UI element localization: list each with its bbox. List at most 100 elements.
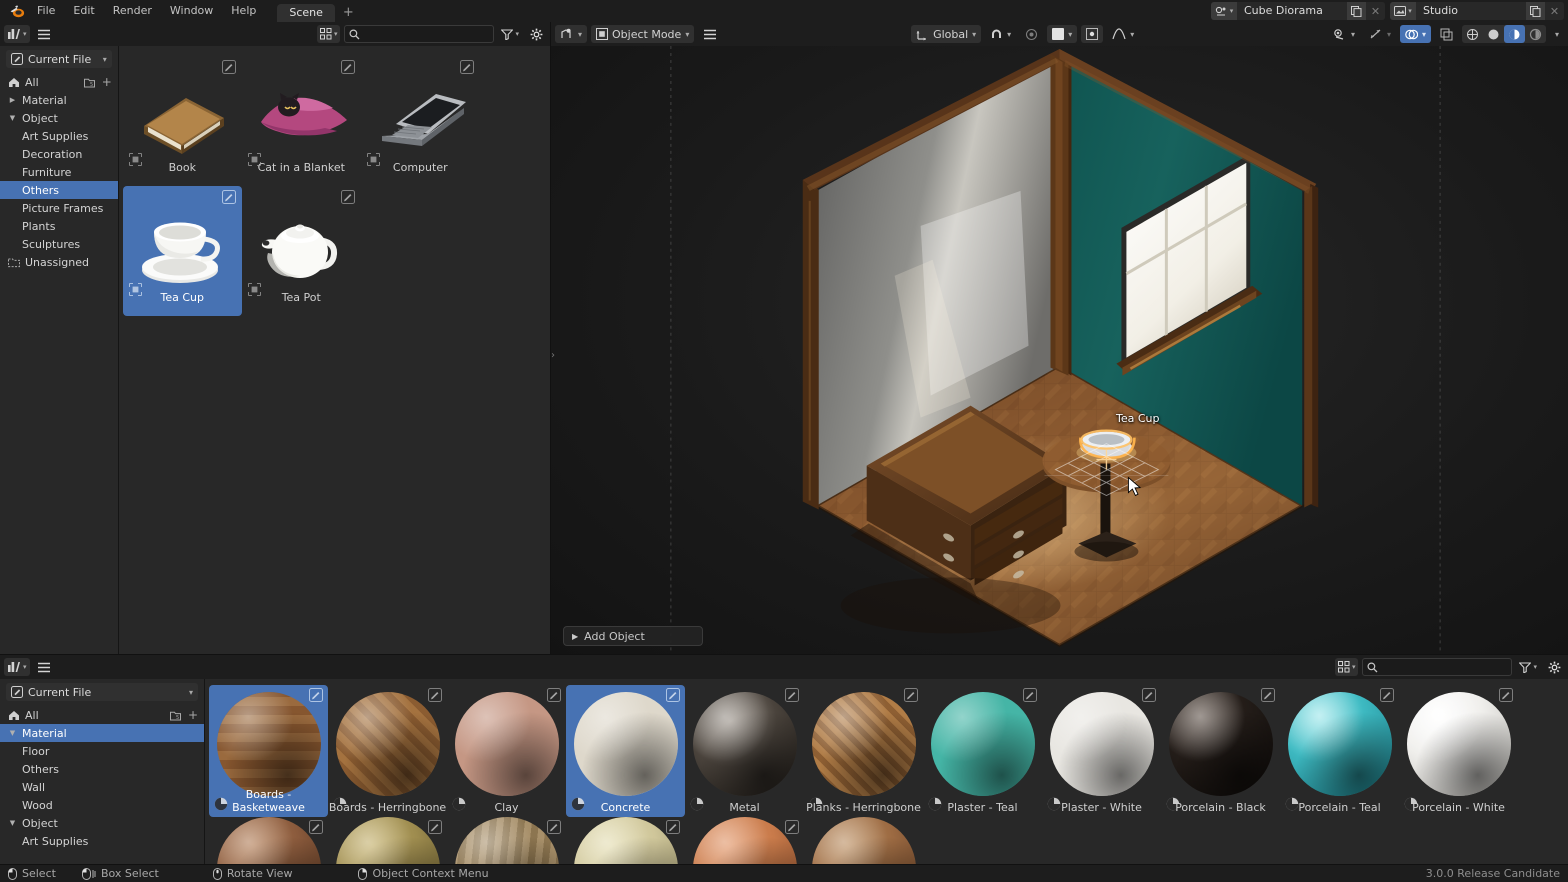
transform-orientation-selector[interactable]: Global ▾ [911, 25, 981, 43]
chevron-down-icon-object-2[interactable]: ▼ [8, 819, 17, 827]
material-item-porcelain-teal[interactable]: Porcelain - Teal [1280, 685, 1399, 817]
asset-item-tea-cup[interactable]: Tea Cup [123, 186, 242, 316]
scene-icon[interactable]: ▾ [1211, 2, 1237, 20]
pencil-icon-m9[interactable] [1261, 688, 1275, 702]
catalog-item-plants[interactable]: Plants [0, 217, 118, 235]
pencil-icon-m3[interactable] [547, 688, 561, 702]
catalog-item-others[interactable]: Others [0, 181, 118, 199]
pencil-icon-5[interactable] [341, 190, 355, 204]
menu-render[interactable]: Render [104, 2, 161, 20]
thumbnail-grid-icon[interactable]: ▾ [317, 25, 341, 43]
chevron-right-icon[interactable]: ▶ [572, 632, 578, 641]
scene-name[interactable]: Cube Diorama [1237, 2, 1347, 20]
menu-file[interactable]: File [28, 2, 64, 20]
pencil-icon-m5[interactable] [785, 688, 799, 702]
catalog-item-furniture[interactable]: Furniture [0, 163, 118, 181]
pencil-icon-m2[interactable] [428, 688, 442, 702]
viewlayer-name[interactable]: Studio [1416, 2, 1526, 20]
shading-mode-group[interactable] [1462, 25, 1546, 43]
material-grid-row-2[interactable] [209, 817, 923, 864]
viewlayer-datablock[interactable]: ▾ Studio ✕ [1390, 2, 1564, 20]
chevron-right-icon[interactable]: ▶ [8, 96, 17, 104]
asset-search-input[interactable] [364, 28, 489, 41]
pencil-icon-r2-4[interactable] [666, 820, 680, 834]
mat-catalog-item-floor[interactable]: Floor [0, 742, 204, 760]
mat-catalog-item-object[interactable]: ▼ Object [0, 814, 204, 832]
material-item-boards-herringbone[interactable]: Boards - Herringbone [328, 685, 447, 817]
scene-datablock[interactable]: ▾ Cube Diorama ✕ [1211, 2, 1385, 20]
material-item-boards-basketweave[interactable]: Boards - Basketweave [209, 685, 328, 817]
mat-catalog-item-art-supplies[interactable]: Art Supplies [0, 832, 204, 850]
pencil-icon-4[interactable] [222, 190, 236, 204]
pencil-icon-2[interactable] [341, 60, 355, 74]
asset-grid[interactable]: Book [119, 46, 550, 654]
overlays-toggle[interactable]: ▾ [1400, 25, 1431, 43]
asset-browser-icon[interactable]: ▾ [4, 25, 30, 43]
asset-item-computer[interactable]: Computer [361, 56, 480, 186]
catalog-item-object[interactable]: ▼ Object [0, 109, 118, 127]
pencil-icon-r2-2[interactable] [428, 820, 442, 834]
material-item-porcelain-black[interactable]: Porcelain - Black [1161, 685, 1280, 817]
material-item-plaster-white[interactable]: Plaster - White [1042, 685, 1161, 817]
chevron-down-icon-object[interactable]: ▼ [8, 114, 17, 122]
pencil-icon-m6[interactable] [904, 688, 918, 702]
pencil-icon[interactable] [222, 60, 236, 74]
mat-catalog-item-material[interactable]: ▼ Material [0, 724, 204, 742]
shading-wireframe-icon[interactable] [1462, 25, 1483, 43]
plus-icon-2[interactable]: + [188, 710, 198, 721]
catalog-item-unassigned[interactable]: Unassigned [0, 253, 118, 271]
new-copy-icon[interactable] [1347, 2, 1366, 20]
material-search-box[interactable] [1362, 658, 1512, 676]
new-copy-icon-2[interactable] [1526, 2, 1545, 20]
shading-material-preview-icon[interactable] [1504, 25, 1525, 43]
material-search-input[interactable] [1382, 661, 1507, 674]
shading-solid-icon[interactable] [1483, 25, 1504, 43]
proportional-falloff-selector[interactable]: ▾ [1047, 25, 1077, 43]
asset-browser-icon-2[interactable]: ▾ [4, 658, 30, 676]
3d-viewport-icon[interactable]: ▾ [555, 25, 587, 43]
pencil-icon-3[interactable] [460, 60, 474, 74]
catalog-item-picture-frames[interactable]: Picture Frames [0, 199, 118, 217]
material-item-plaster-teal[interactable]: Plaster - Teal [923, 685, 1042, 817]
mat-catalog-item-wood[interactable]: Wood [0, 796, 204, 814]
material-item-planks-herringbone[interactable]: Planks - Herringbone [804, 685, 923, 817]
close-icon-2[interactable]: ✕ [1545, 2, 1564, 20]
asset-search-box[interactable] [344, 25, 494, 43]
object-mode-selector[interactable]: Object Mode ▾ [591, 25, 694, 43]
catalog-item-decoration[interactable]: Decoration [0, 145, 118, 163]
menu-help[interactable]: Help [222, 2, 265, 20]
pivot-point-selector[interactable] [1081, 25, 1103, 43]
pencil-icon-m11[interactable] [1499, 688, 1513, 702]
viewport-canvas[interactable]: ‹› [551, 46, 1568, 654]
hamburger-icon[interactable] [34, 25, 54, 43]
menu-window[interactable]: Window [161, 2, 222, 20]
add-workspace-button[interactable]: + [335, 4, 362, 22]
proportional-edit-icon[interactable] [1020, 25, 1043, 43]
pencil-icon-r2-1[interactable] [309, 820, 323, 834]
gear-icon-2[interactable] [1544, 658, 1564, 676]
material-item-concrete[interactable]: Concrete [566, 685, 685, 817]
blender-logo-icon[interactable] [6, 2, 28, 20]
pencil-icon-m10[interactable] [1380, 688, 1394, 702]
material-item-row2-2[interactable] [328, 817, 447, 864]
catalog-item-sculptures[interactable]: Sculptures [0, 235, 118, 253]
material-item-row2-3[interactable] [447, 817, 566, 864]
pencil-icon-r2-5[interactable] [785, 820, 799, 834]
hamburger-icon-2[interactable] [34, 658, 54, 676]
material-item-row2-5[interactable] [685, 817, 804, 864]
gear-icon[interactable] [526, 25, 546, 43]
snap-magnet-icon[interactable]: ▾ [985, 25, 1016, 43]
material-item-metal[interactable]: Metal [685, 685, 804, 817]
catalog-item-all[interactable]: All 5 + [0, 73, 118, 91]
asset-item-cat-in-a-blanket[interactable]: Cat in a Blanket [242, 56, 361, 186]
mat-catalog-item-others[interactable]: Others [0, 760, 204, 778]
add-object-operator-panel[interactable]: ▶ Add Object [563, 626, 703, 646]
pencil-icon-m8[interactable] [1142, 688, 1156, 702]
pencil-icon-m4[interactable] [666, 688, 680, 702]
mat-catalog-item-wall[interactable]: Wall [0, 778, 204, 796]
asset-library-select[interactable]: Current File ▾ [6, 50, 112, 68]
chevron-down-icon-material[interactable]: ▼ [8, 729, 17, 737]
pencil-icon-m7[interactable] [1023, 688, 1037, 702]
falloff-curve-icon[interactable]: ▾ [1107, 25, 1139, 43]
shading-rendered-icon[interactable] [1525, 25, 1546, 43]
